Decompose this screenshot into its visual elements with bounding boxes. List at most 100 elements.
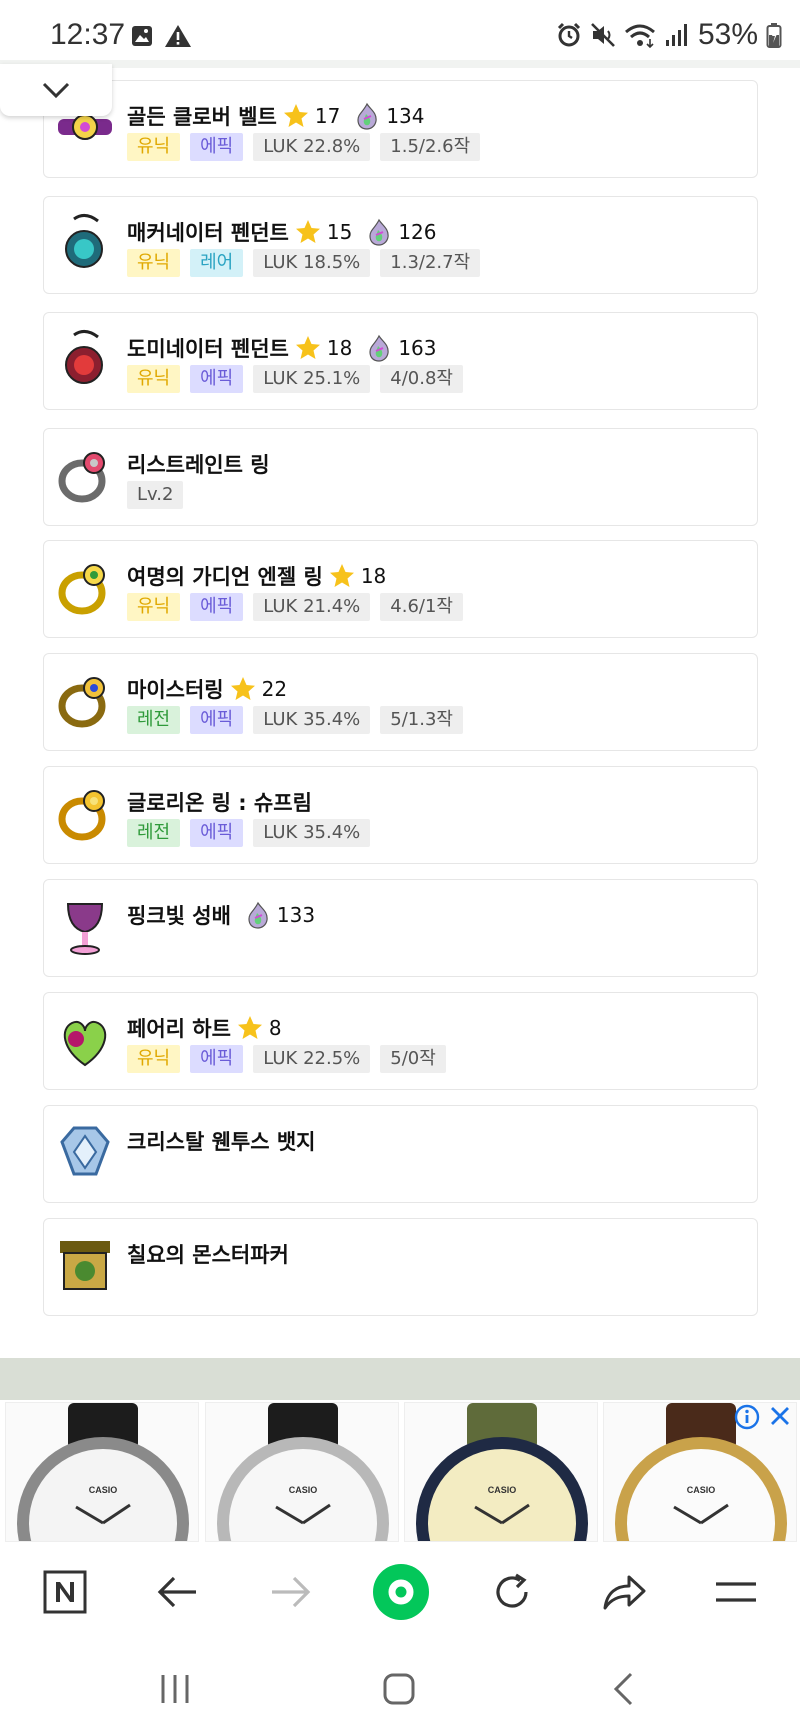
flame-score: 163 <box>398 336 437 360</box>
ad-brand-text: CASIO <box>89 1485 118 1495</box>
star-icon <box>329 563 355 589</box>
ring-icon <box>54 557 116 619</box>
flame-score: 133 <box>276 903 316 927</box>
share-button[interactable] <box>594 1562 654 1622</box>
tag-stat: 5/0작 <box>380 1045 446 1073</box>
back-icon <box>613 1672 633 1706</box>
item-card[interactable]: 여명의 가디언 엔젤 링 18 유닉 에픽 LUK 21.4% 4.6/1작 <box>43 540 758 638</box>
item-card[interactable]: 글로리온 링 : 슈프림레전 에픽 LUK 35.4% <box>43 766 758 864</box>
ad-product-watch-cream-green-strap[interactable]: CASIO <box>404 1402 598 1542</box>
battery-percent: 53% <box>697 18 758 51</box>
item-card[interactable]: 칠요의 몬스터파커 <box>43 1218 758 1316</box>
flame-score: 126 <box>398 220 437 244</box>
star-force-count: 8 <box>268 1016 282 1040</box>
item-title-row: 골든 클로버 벨트 17 134 <box>127 101 425 131</box>
system-navigation-bar <box>0 1642 800 1733</box>
status-left-icons <box>130 24 192 48</box>
back-nav-button[interactable] <box>593 1664 653 1714</box>
star-icon <box>237 1015 263 1041</box>
item-card[interactable]: 매커네이터 펜던트 15 126 유닉 레어 LUK 18.5% 1.3/2.7작 <box>43 196 758 294</box>
tag-stat: 1.3/2.7작 <box>380 249 481 277</box>
item-tags: 레전 에픽 LUK 35.4% <box>127 819 371 847</box>
status-right-icons: 53% <box>556 18 782 52</box>
mute-icon <box>591 23 615 47</box>
close-icon[interactable] <box>768 1404 792 1428</box>
home-green-icon <box>373 1564 429 1620</box>
refresh-button[interactable] <box>482 1562 542 1622</box>
item-name: 페어리 하트 <box>127 1017 231 1041</box>
item-title-row: 글로리온 링 : 슈프림 <box>127 787 312 817</box>
flame-icon <box>366 334 392 362</box>
tag-unique: 유닉 <box>127 133 181 161</box>
tag-legend: 레전 <box>127 819 181 847</box>
status-time: 12:37 <box>50 18 126 51</box>
tag-epic: 에픽 <box>190 819 244 847</box>
item-name: 글로리온 링 : 슈프림 <box>127 791 312 815</box>
ad-controls <box>734 1404 792 1430</box>
item-title-row: 페어리 하트 8 <box>127 1013 282 1043</box>
item-name: 칠요의 몬스터파커 <box>127 1243 289 1267</box>
flame-score: 134 <box>386 104 425 128</box>
home-icon <box>383 1673 415 1705</box>
home-green-button[interactable] <box>371 1562 431 1622</box>
star-force-count: 18 <box>326 336 353 360</box>
ad-brand-text: CASIO <box>488 1485 517 1495</box>
tag-stat: LUK 22.8% <box>253 133 371 161</box>
flame-icon <box>354 102 380 130</box>
tag-stat: LUK 35.4% <box>253 819 371 847</box>
item-card[interactable]: 핑크빛 성배 133 <box>43 879 758 977</box>
tag-stat: 5/1.3작 <box>380 706 463 734</box>
item-name: 도미네이터 펜던트 <box>127 337 289 361</box>
item-title-row: 핑크빛 성배 133 <box>127 900 315 930</box>
menu-icon <box>716 1582 756 1602</box>
ad-banner[interactable]: CASIO CASIO CASIO CASIO <box>0 1400 800 1542</box>
item-title-row: 여명의 가디언 엔젤 링 18 <box>127 561 386 591</box>
item-name: 핑크빛 성배 <box>127 904 231 928</box>
home-nav-button[interactable] <box>369 1664 429 1714</box>
item-card[interactable]: 도미네이터 펜던트 18 163 유닉 에픽 LUK 25.1% 4/0.8작 <box>43 312 758 410</box>
naver-n-icon <box>43 1570 87 1614</box>
back-arrow-icon <box>157 1576 196 1608</box>
collapse-button[interactable] <box>0 64 112 116</box>
forward-button[interactable] <box>260 1562 320 1622</box>
star-icon <box>295 219 321 245</box>
ring-icon <box>54 783 116 845</box>
naver-n-button[interactable] <box>35 1562 95 1622</box>
item-name: 마이스터링 <box>127 678 224 702</box>
tag-legend: 레전 <box>127 706 181 734</box>
ad-product-watch-silver-black-strap[interactable]: CASIO <box>5 1402 199 1542</box>
item-title-row: 크리스탈 웬투스 뱃지 <box>127 1126 316 1156</box>
tag-epic: 에픽 <box>190 593 244 621</box>
recents-button[interactable] <box>145 1664 205 1714</box>
item-card[interactable]: 골든 클로버 벨트 17 134 유닉 에픽 LUK 22.8% 1.5/2.6작 <box>43 80 758 178</box>
tag-epic: 에픽 <box>190 706 244 734</box>
badge-icon <box>54 1122 116 1184</box>
chevron-down-icon <box>42 82 70 99</box>
back-button[interactable] <box>148 1562 208 1622</box>
item-card[interactable]: 페어리 하트 8 유닉 에픽 LUK 22.5% 5/0작 <box>43 992 758 1090</box>
ad-product-watch-white-black-strap[interactable]: CASIO <box>205 1402 399 1542</box>
item-name: 여명의 가디언 엔젤 링 <box>127 565 323 589</box>
flame-icon <box>245 901 271 929</box>
tag-stat: LUK 21.4% <box>253 593 371 621</box>
browser-toolbar <box>0 1542 800 1642</box>
tag-stat: LUK 22.5% <box>253 1045 371 1073</box>
item-name: 리스트레인트 링 <box>127 453 270 477</box>
battery-icon <box>766 23 782 48</box>
star-force-count: 17 <box>314 104 341 128</box>
item-tags: Lv.2 <box>127 481 184 509</box>
item-tags: 유닉 에픽 LUK 25.1% 4/0.8작 <box>127 365 463 393</box>
item-tags: 유닉 에픽 LUK 21.4% 4.6/1작 <box>127 593 463 621</box>
info-icon[interactable] <box>734 1404 760 1430</box>
refresh-icon <box>496 1573 528 1608</box>
item-card[interactable]: 마이스터링 22 레전 에픽 LUK 35.4% 5/1.3작 <box>43 653 758 751</box>
menu-button[interactable] <box>706 1562 766 1622</box>
item-title-row: 칠요의 몬스터파커 <box>127 1239 289 1269</box>
forward-arrow-icon <box>272 1576 311 1608</box>
item-card[interactable]: 크리스탈 웬투스 뱃지 <box>43 1105 758 1203</box>
item-title-row: 리스트레인트 링 <box>127 449 270 479</box>
image-icon <box>132 26 152 46</box>
item-tags: 유닉 에픽 LUK 22.5% 5/0작 <box>127 1045 446 1073</box>
signal-icon <box>665 24 687 46</box>
item-card[interactable]: 리스트레인트 링 Lv.2 <box>43 428 758 526</box>
